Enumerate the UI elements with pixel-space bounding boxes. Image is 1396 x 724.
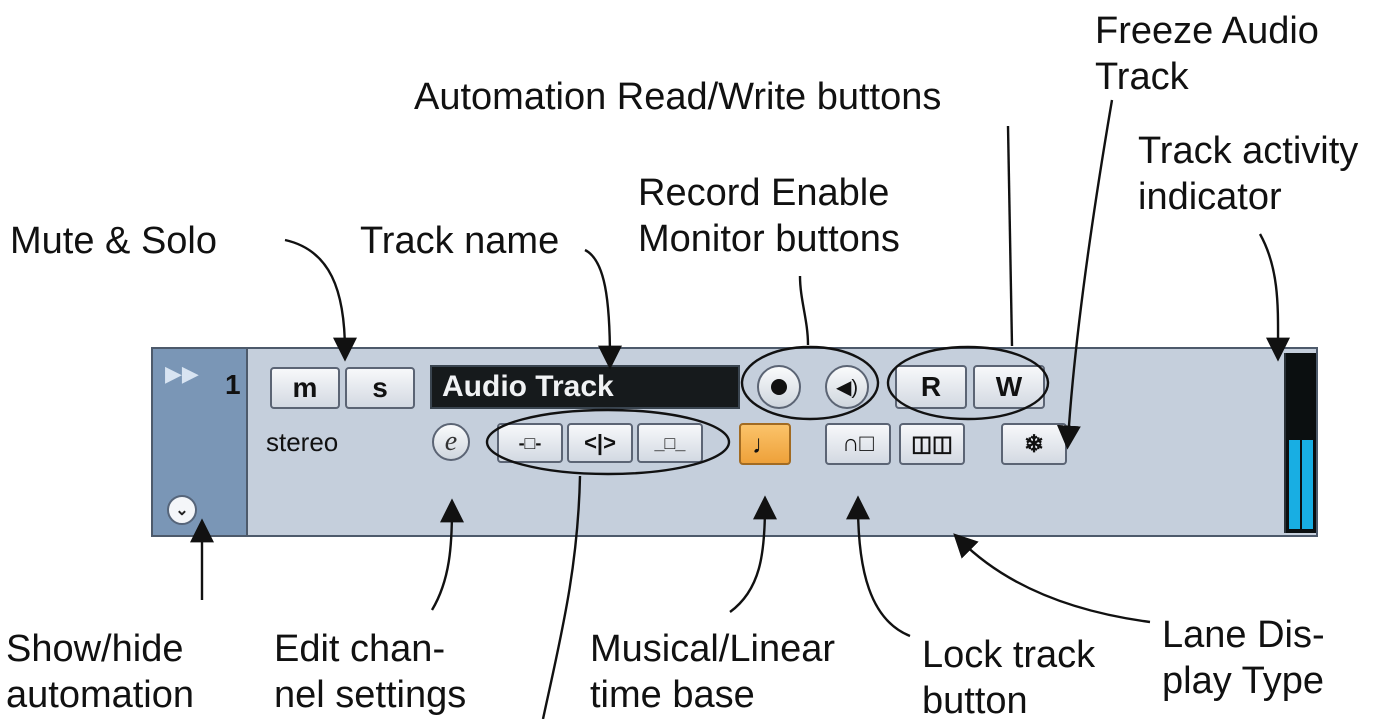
channel-config: stereo bbox=[266, 427, 339, 457]
record-monitor-label: Record Enable Monitor buttons bbox=[638, 172, 900, 260]
monitor-button[interactable]: ◀) bbox=[825, 365, 869, 409]
show-hide-automation-label: Show/hide automation bbox=[6, 628, 195, 716]
solo-button[interactable]: s bbox=[345, 367, 415, 409]
track-name-field[interactable]: Audio Track bbox=[430, 365, 740, 409]
lane-display-type-label: Lane Dis-play Type bbox=[1162, 614, 1325, 702]
chevron-down-icon: ⌄ bbox=[175, 502, 189, 519]
meter-bar-right bbox=[1302, 440, 1313, 529]
sends-bypass-button[interactable]: _□_ bbox=[637, 423, 703, 463]
track-number: 1 bbox=[225, 369, 241, 400]
musical-linear-label: Musical/Linear time base bbox=[590, 628, 835, 716]
eq-bypass-button[interactable]: <|> bbox=[567, 423, 633, 463]
show-hide-automation-button[interactable]: ⌄ bbox=[167, 495, 197, 525]
audio-track-header: ▶▶ 1 ⌄ m s Audio Track ◀) R W stereo e -… bbox=[151, 347, 1318, 537]
edit-channel-settings-label: Edit chan-nel settings bbox=[274, 628, 467, 716]
speaker-icon: ◀) bbox=[835, 376, 859, 399]
mute-button[interactable]: m bbox=[270, 367, 340, 409]
automation-read-button[interactable]: R bbox=[895, 365, 967, 409]
automation-read-write-label: Automation Read/Write buttons bbox=[414, 76, 942, 118]
mute-solo-label: Mute & Solo bbox=[10, 220, 217, 262]
lane-icon: ◫◫ bbox=[911, 431, 953, 456]
sends-icon: _□_ bbox=[654, 432, 686, 453]
track-left-strip: ▶▶ 1 ⌄ bbox=[153, 349, 248, 535]
eq-icon: <|> bbox=[584, 430, 616, 455]
lane-display-type-button[interactable]: ◫◫ bbox=[899, 423, 965, 465]
musical-linear-timebase-button[interactable]: ♩ bbox=[739, 423, 791, 465]
track-name-label: Track name bbox=[360, 220, 560, 262]
automation-write-button[interactable]: W bbox=[973, 365, 1045, 409]
double-triangle-icon[interactable]: ▶▶ bbox=[165, 361, 199, 387]
record-dot-icon bbox=[771, 379, 787, 395]
freeze-audio-track-button[interactable]: ❄ bbox=[1001, 423, 1067, 465]
lock-track-label: Lock track button bbox=[922, 634, 1096, 722]
note-icon: ♩ bbox=[752, 428, 778, 459]
record-enable-button[interactable] bbox=[757, 365, 801, 409]
edit-channel-settings-button[interactable]: e bbox=[432, 423, 470, 461]
inserts-icon: -□- bbox=[518, 432, 542, 453]
track-activity-meter bbox=[1284, 353, 1316, 533]
inserts-bypass-button[interactable]: -□- bbox=[497, 423, 563, 463]
lock-icon: ∩□ bbox=[842, 430, 874, 457]
meter-bar-left bbox=[1289, 440, 1300, 529]
track-activity-indicator-label: Track activity indicator bbox=[1138, 130, 1359, 218]
snowflake-icon: ❄ bbox=[1023, 430, 1045, 458]
lock-track-button[interactable]: ∩□ bbox=[825, 423, 891, 465]
freeze-audio-track-label: Freeze Audio Track bbox=[1095, 10, 1319, 98]
